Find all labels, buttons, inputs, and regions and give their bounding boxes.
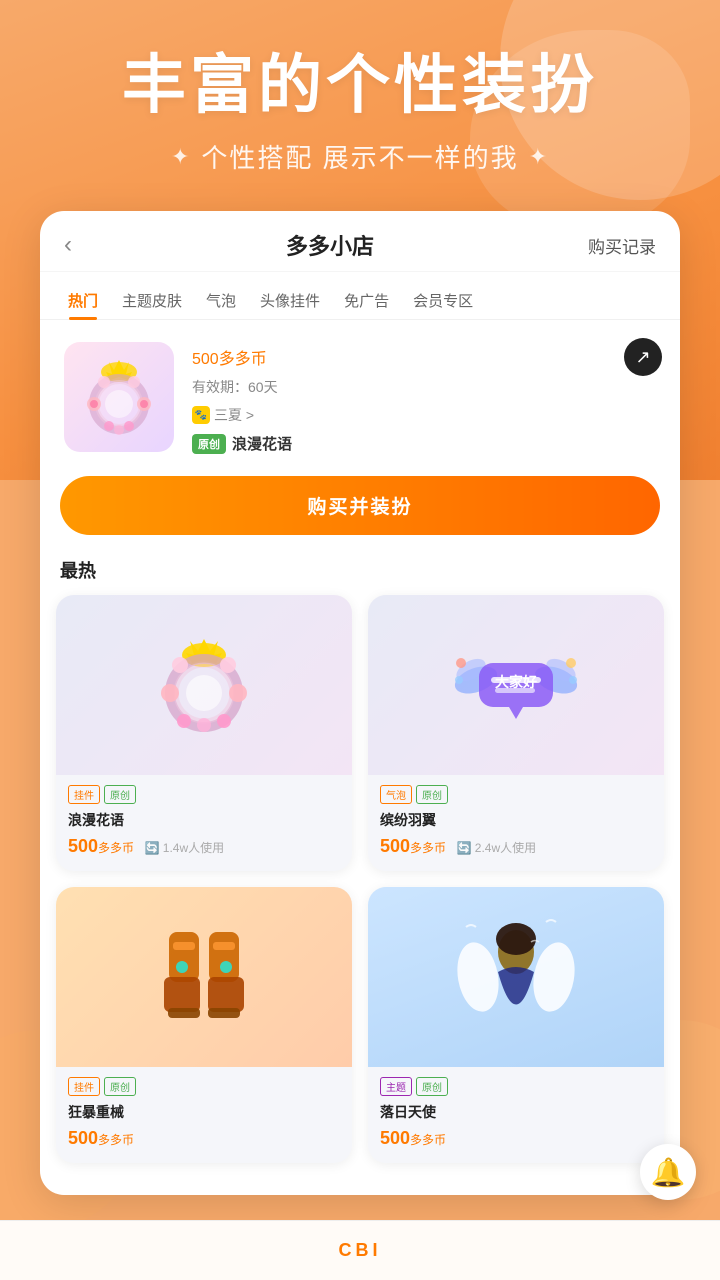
tag-type-3: 主题 [380, 1077, 412, 1096]
featured-price: 500多多币 [192, 340, 656, 371]
item-image-3 [368, 887, 664, 1067]
hero-section: 丰富的个性装扮 ✦ 个性搭配 展示不一样的我 ✦ [0, 0, 720, 175]
item-info-2: 挂件 原创 狂暴重械 500多多币 [56, 1067, 352, 1163]
item-name-1: 缤纷羽翼 [380, 810, 652, 830]
author-icon: 🐾 [192, 406, 210, 424]
item-price-0: 500多多币 [68, 836, 134, 856]
purchase-history-button[interactable]: 购买记录 [588, 233, 656, 258]
featured-original-tag: 原创 [192, 434, 226, 454]
item-card-1[interactable]: 大家好 气泡 原创 缤纷羽翼 500多多币 🔄 2.4w人使用 [368, 595, 664, 871]
featured-info: 500多多币 有效期：60天 🐾 三夏 > 原创 浪漫花语 [192, 340, 656, 454]
item-image-1: 大家好 [368, 595, 664, 775]
featured-item: 500多多币 有效期：60天 🐾 三夏 > 原创 浪漫花语 ↗ [40, 320, 680, 466]
item-price-row-2: 500多多币 [68, 1128, 340, 1149]
tab-theme-skin[interactable]: 主题皮肤 [110, 282, 194, 319]
tag-original-1: 原创 [416, 785, 448, 804]
shop-title: 多多小店 [286, 229, 374, 261]
item-name-0: 浪漫花语 [68, 810, 340, 830]
tab-avatar-pendant[interactable]: 头像挂件 [248, 282, 332, 319]
item-users-0: 🔄 1.4w人使用 [145, 841, 225, 855]
item-price-row-0: 500多多币 🔄 1.4w人使用 [68, 836, 340, 857]
item-tags-0: 挂件 原创 [68, 785, 340, 804]
buy-button[interactable]: 购买并装扮 [60, 476, 660, 535]
tag-original-3: 原创 [416, 1077, 448, 1096]
item-price-2: 500多多币 [68, 1128, 134, 1148]
item-info-3: 主题 原创 落日天使 500多多币 [368, 1067, 664, 1163]
sparkle-left-icon: ✦ [171, 144, 191, 170]
item-name-2: 狂暴重械 [68, 1102, 340, 1122]
item-price-1: 500多多币 [380, 836, 446, 856]
item-users-1: 🔄 2.4w人使用 [457, 841, 537, 855]
author-name[interactable]: 三夏 > [214, 405, 254, 425]
item-info-0: 挂件 原创 浪漫花语 500多多币 🔄 1.4w人使用 [56, 775, 352, 871]
hero-subtitle-text: 个性搭配 展示不一样的我 [201, 138, 518, 175]
item-price-3: 500多多币 [380, 1128, 446, 1148]
featured-price-number: 500 [192, 351, 219, 368]
back-button[interactable]: ‹ [64, 231, 72, 259]
item-name-3: 落日天使 [380, 1102, 652, 1122]
card-header: ‹ 多多小店 购买记录 [40, 211, 680, 272]
bottom-bar: CBI [0, 1220, 720, 1280]
tag-type-0: 挂件 [68, 785, 100, 804]
item-info-1: 气泡 原创 缤纷羽翼 500多多币 🔄 2.4w人使用 [368, 775, 664, 871]
items-grid: 挂件 原创 浪漫花语 500多多币 🔄 1.4w人使用 [40, 595, 680, 1179]
featured-name: 浪漫花语 [232, 433, 292, 454]
item-card[interactable]: 挂件 原创 浪漫花语 500多多币 🔄 1.4w人使用 [56, 595, 352, 871]
item-image-2 [56, 887, 352, 1067]
featured-avatar [64, 342, 174, 452]
sparkle-right-icon: ✦ [529, 144, 549, 170]
share-button[interactable]: ↗ [624, 338, 662, 376]
tab-vip[interactable]: 会员专区 [401, 282, 485, 319]
tag-type-1: 气泡 [380, 785, 412, 804]
bottom-bar-label: CBI [339, 1240, 382, 1261]
item-card-2[interactable]: 挂件 原创 狂暴重械 500多多币 [56, 887, 352, 1163]
item-image-0 [56, 595, 352, 775]
item-price-row-1: 500多多币 🔄 2.4w人使用 [380, 836, 652, 857]
item-card-3[interactable]: 主题 原创 落日天使 500多多币 [368, 887, 664, 1163]
item-tags-1: 气泡 原创 [380, 785, 652, 804]
tag-type-2: 挂件 [68, 1077, 100, 1096]
tab-no-ads[interactable]: 免广告 [332, 282, 401, 319]
shop-card: ‹ 多多小店 购买记录 热门 主题皮肤 气泡 头像挂件 免广告 会员专区 [40, 211, 680, 1195]
tab-bar: 热门 主题皮肤 气泡 头像挂件 免广告 会员专区 [40, 272, 680, 320]
section-title: 最热 [40, 549, 680, 595]
share-icon: ↗ [635, 347, 650, 368]
featured-price-currency: 多多币 [219, 351, 267, 368]
tag-original-0: 原创 [104, 785, 136, 804]
app-card-wrap: ‹ 多多小店 购买记录 热门 主题皮肤 气泡 头像挂件 免广告 会员专区 [40, 211, 680, 1195]
item-tags-3: 主题 原创 [380, 1077, 652, 1096]
tag-original-2: 原创 [104, 1077, 136, 1096]
tab-bubble[interactable]: 气泡 [194, 282, 248, 319]
item-price-row-3: 500多多币 [380, 1128, 652, 1149]
featured-validity: 有效期：60天 [192, 377, 656, 397]
featured-tag-row: 原创 浪漫花语 [192, 433, 656, 454]
item-tags-2: 挂件 原创 [68, 1077, 340, 1096]
robot-icon: 🔔 [651, 1156, 686, 1189]
float-notification-button[interactable]: 🔔 [640, 1144, 696, 1200]
tab-hot[interactable]: 热门 [56, 282, 110, 319]
hero-subtitle: ✦ 个性搭配 展示不一样的我 ✦ [0, 138, 720, 175]
hero-title: 丰富的个性装扮 [0, 50, 720, 120]
featured-author: 🐾 三夏 > [192, 405, 656, 425]
